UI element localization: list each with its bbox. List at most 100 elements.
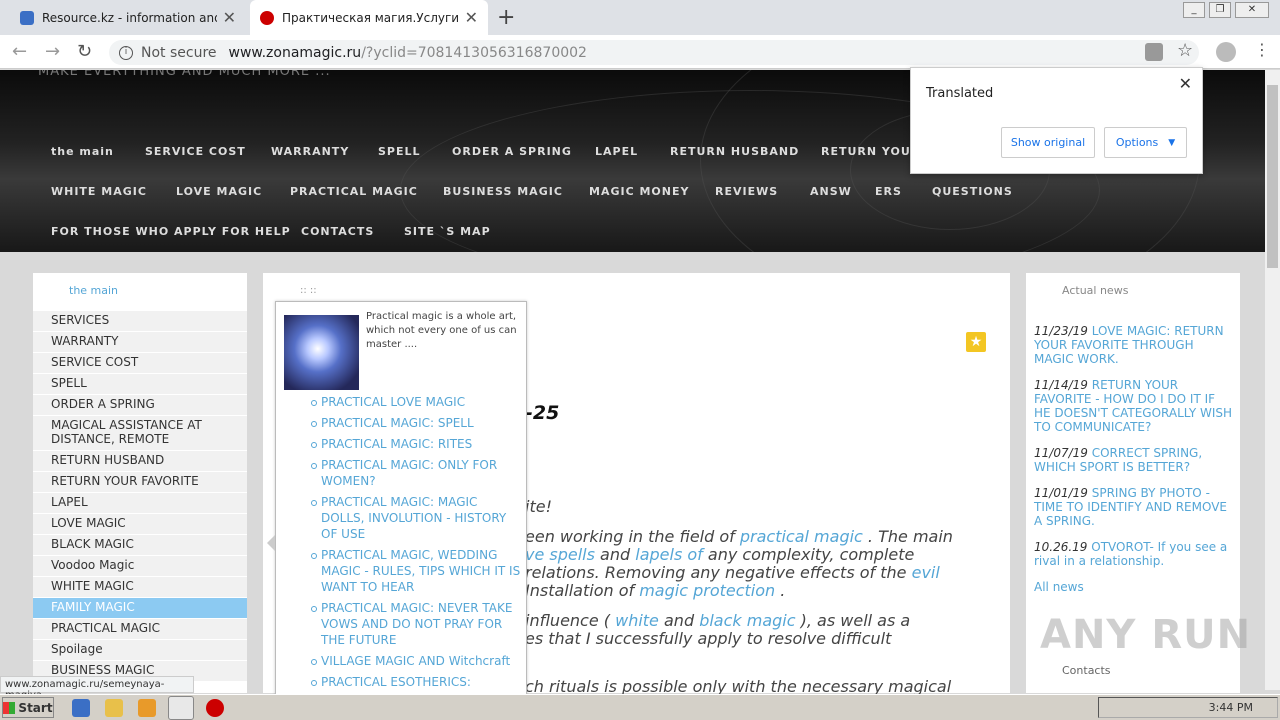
tab-zonamagic[interactable]: Практическая магия.Услуги. ✕ [250,0,488,35]
menu-practical-magic[interactable]: PRACTICAL MAGIC [290,185,418,198]
news-item[interactable]: 11/14/19 RETURN YOUR FAVORITE - HOW DO I… [1034,378,1234,434]
new-tab-button[interactable]: + [497,5,515,30]
text-line: ite! [525,497,552,516]
ie-icon[interactable] [72,699,90,717]
dropdown-item[interactable]: PRACTICAL LOVE MAGIC [311,394,521,410]
tab-title: Практическая магия.Услуги. [282,10,459,25]
link-evil[interactable]: evil [912,563,940,582]
link-practical-magic[interactable]: practical magic [740,527,863,546]
dropdown-item[interactable]: PRACTICAL MAGIC: MAGIC DOLLS, INVOLUTION… [311,494,521,542]
sidebar-item[interactable]: Voodoo Magic [33,556,247,577]
back-icon[interactable]: ← [12,41,27,62]
text-line: influence ( white and black magic ), as … [525,611,911,630]
menu-for-those[interactable]: FOR THOSE WHO APPLY FOR HELP [51,225,291,238]
menu-site-map[interactable]: SITE `S MAP [404,225,491,238]
reload-icon[interactable]: ↻ [77,41,92,62]
media-player-icon[interactable] [138,699,156,717]
link-white[interactable]: white [615,611,659,630]
dropdown-item[interactable]: PRACTICAL MAGIC, WEDDING MAGIC - RULES, … [311,547,521,595]
clock: 3:44 PM [1208,701,1253,714]
sidebar-item[interactable]: RETURN HUSBAND [33,451,247,472]
dropdown-item[interactable]: PRACTICAL MAGIC: ONLY FOR WOMEN? [311,457,521,489]
dropdown-item[interactable]: PRACTICAL MAGIC: NEVER TAKE VOWS AND DO … [311,600,521,648]
show-original-button[interactable]: Show original [1001,127,1095,158]
sidebar-item[interactable]: SPELL [33,374,247,395]
menu-order-spring[interactable]: ORDER A SPRING [452,145,572,158]
menu-questions[interactable]: QUESTIONS [932,185,1013,198]
sidebar-item[interactable]: LOVE MAGIC [33,514,247,535]
link-love-spells[interactable]: ve spells [525,545,595,564]
sidebar-item[interactable]: MAGICAL ASSISTANCE AT DISTANCE, REMOTE [33,416,247,451]
scrollbar-thumb[interactable] [1267,85,1278,268]
sidebar-item[interactable]: Spoilage [33,640,247,661]
close-icon[interactable]: ✕ [1179,74,1192,93]
sidebar-item[interactable]: WARRANTY [33,332,247,353]
menu-answ[interactable]: ANSW [810,185,852,198]
site-icon [260,10,274,25]
menu-return-husband[interactable]: RETURN HUSBAND [670,145,799,158]
menu-icon[interactable]: ⋮ [1254,40,1270,59]
menu-return-your[interactable]: RETURN YOUR [821,145,920,158]
menu-spell[interactable]: SPELL [378,145,421,158]
left-sidebar: the main SERVICES WARRANTY SERVICE COST … [33,273,247,693]
tab-resource[interactable]: Resource.kz - information and enter ✕ [10,0,246,35]
menu-business-magic[interactable]: BUSINESS MAGIC [443,185,563,198]
menu-love-magic[interactable]: LOVE MAGIC [176,185,262,198]
info-icon[interactable]: i [119,45,133,60]
news-item[interactable]: 11/01/19 SPRING BY PHOTO - TIME TO IDENT… [1034,486,1234,528]
sidebar-item[interactable]: PRACTICAL MAGIC [33,619,247,640]
date-fragment: -25 [525,402,560,424]
favorite-star-icon[interactable]: ★ [966,332,986,352]
sidebar-item[interactable]: WHITE MAGIC [33,577,247,598]
sidebar-item[interactable]: SERVICES [33,311,247,332]
sidebar-item[interactable]: BLACK MAGIC [33,535,247,556]
menu-contacts[interactable]: CONTACTS [301,225,374,238]
minimize-button[interactable]: _ [1183,2,1205,18]
address-bar[interactable]: i Not secure www.zonamagic.ru/?yclid=708… [109,40,1199,65]
profile-avatar[interactable] [1216,42,1236,62]
start-button[interactable]: Start [2,697,54,718]
link-magic-protection[interactable]: magic protection [639,581,775,600]
maximize-button[interactable]: ❐ [1209,2,1231,18]
contacts-heading: Contacts [1062,664,1111,677]
news-item[interactable]: 11/23/19 LOVE MAGIC: RETURN YOUR FAVORIT… [1034,324,1234,366]
chrome-taskbar-button[interactable] [168,696,194,720]
translate-icon[interactable] [1145,43,1163,61]
dropdown-item[interactable]: VILLAGE MAGIC AND Witchcraft [311,653,521,669]
sidebar-item[interactable]: ORDER A SPRING [33,395,247,416]
text-line: een working in the field of practical ma… [525,527,953,546]
sidebar-item[interactable]: RETURN YOUR FAVORITE [33,472,247,493]
news-item[interactable]: 10.26.19 OTVOROT- If you see a rival in … [1034,540,1234,568]
sidebar-item-active[interactable]: FAMILY MAGIC [33,598,247,619]
menu-ers[interactable]: ERS [875,185,902,198]
menu-warranty[interactable]: WARRANTY [271,145,349,158]
stop-icon[interactable] [206,699,224,717]
tab-title: Resource.kz - information and enter [42,10,217,25]
dropdown-item[interactable]: PRACTICAL MAGIC: RITES [311,436,521,452]
menu-reviews[interactable]: REVIEWS [715,185,778,198]
dropdown-item[interactable]: PRACTICAL MAGIC: SPELL [311,415,521,431]
close-window-button[interactable]: ✕ [1235,2,1269,18]
forward-icon[interactable]: → [45,41,60,62]
anyrun-watermark: ANY RUN [1040,612,1252,658]
all-news-link[interactable]: All news [1034,580,1234,594]
sidebar-item[interactable]: LAPEL [33,493,247,514]
close-tab-icon[interactable]: ✕ [223,8,236,27]
menu-magic-money[interactable]: MAGIC MONEY [589,185,689,198]
dropdown-item[interactable]: PRACTICAL ESOTHERICS: [311,674,521,690]
menu-service-cost[interactable]: SERVICE COST [145,145,246,158]
menu-lapel[interactable]: LAPEL [595,145,638,158]
sidebar-item[interactable]: SERVICE COST [33,353,247,374]
sidebar-heading[interactable]: the main [69,284,118,297]
options-button[interactable]: Options ▼ [1104,127,1187,158]
link-lapels[interactable]: lapels of [635,545,703,564]
menu-main[interactable]: the main [51,145,114,158]
status-url: www.zonamagic.ru/semeynaya-magiya [0,676,194,701]
folder-icon[interactable] [105,699,123,717]
link-black-magic[interactable]: black magic [699,611,795,630]
menu-white-magic[interactable]: WHITE MAGIC [51,185,147,198]
news-item[interactable]: 11/07/19 CORRECT SPRING, WHICH SPORT IS … [1034,446,1234,474]
bookmark-star-icon[interactable]: ☆ [1177,40,1193,61]
site-tagline: MAKE EVERYTHING AND MUCH MORE ... [38,70,331,79]
close-tab-icon[interactable]: ✕ [465,8,478,27]
